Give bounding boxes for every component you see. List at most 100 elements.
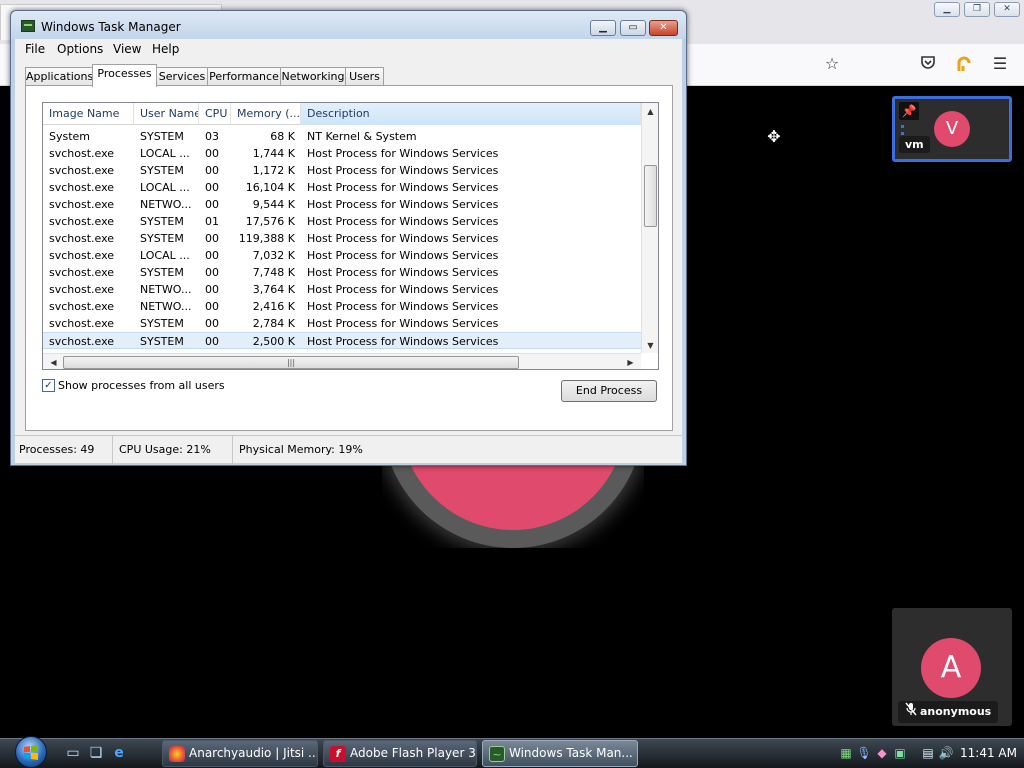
cell-memory: 16,104 K	[245, 181, 295, 194]
cell-image-name: svchost.exe	[49, 335, 115, 348]
menu-help[interactable]: Help	[152, 42, 179, 56]
menu-icon[interactable]: ☰	[990, 54, 1010, 74]
scroll-thumb[interactable]: |||	[63, 356, 519, 369]
browser-close-button[interactable]: ✕	[994, 2, 1020, 17]
window-title: Windows Task Manager	[41, 20, 181, 34]
column-user-name[interactable]: User Name	[134, 103, 199, 125]
taskbar-firefox-jitsi[interactable]: Anarchyaudio | Jitsi ...	[162, 740, 318, 767]
task-manager-icon: ~	[489, 746, 505, 762]
minimize-button[interactable]: ▁	[590, 20, 616, 36]
close-button[interactable]: ✕	[649, 20, 678, 36]
move-cursor-icon: ✥	[767, 127, 781, 146]
participant-tile-anonymous[interactable]: A anonymous	[892, 608, 1012, 726]
cell-memory: 2,416 K	[252, 300, 295, 313]
tab-performance[interactable]: Performance	[207, 67, 281, 86]
process-row[interactable]: svchost.exe NETWO... 00 3,764 K Host Process…	[43, 281, 641, 298]
column-cpu[interactable]: CPU	[199, 103, 231, 125]
checkbox-label: Show processes from all users	[58, 379, 225, 392]
speaker-icon[interactable]: 🔊	[938, 745, 954, 761]
maximize-button[interactable]: ▭	[620, 20, 646, 36]
process-row[interactable]: svchost.exe NETWO... 00 9,544 K Host Process…	[43, 196, 641, 213]
taskbar-task-manager[interactable]: ~ Windows Task Man...	[482, 740, 638, 767]
process-row[interactable]: svchost.exe LOCAL ... 00 16,104 K Host Proce…	[43, 179, 641, 196]
participant-avatar: V	[934, 111, 970, 147]
status-cpu-usage: CPU Usage: 21%	[113, 436, 233, 464]
process-row[interactable]: svchost.exe SYSTEM 00 119,388 K Host Process…	[43, 230, 641, 247]
task-manager-window[interactable]: Windows Task Manager ▁ ▭ ✕ File Options …	[10, 10, 687, 466]
cell-memory: 68 K	[270, 130, 295, 143]
tab-processes[interactable]: Processes	[92, 64, 157, 87]
cell-memory: 3,764 K	[252, 283, 295, 296]
cell-cpu: 00	[205, 266, 219, 279]
cell-description: Host Process for Windows Services	[307, 215, 499, 228]
cell-description: Host Process for Windows Services	[307, 181, 499, 194]
menu-options[interactable]: Options	[57, 42, 103, 56]
cell-image-name: svchost.exe	[49, 249, 115, 262]
vertical-scrollbar[interactable]: ▲ ▼	[641, 103, 658, 353]
network-globe-icon[interactable]: ▣	[892, 745, 908, 761]
pin-icon[interactable]: 📌	[899, 102, 919, 120]
scroll-up-arrow[interactable]: ▲	[642, 105, 658, 119]
cell-cpu: 00	[205, 249, 219, 262]
scroll-thumb[interactable]	[644, 165, 657, 227]
process-row[interactable]: svchost.exe SYSTEM 00 2,784 K Host Process f…	[43, 315, 641, 332]
task-manager-titlebar[interactable]: Windows Task Manager ▁ ▭ ✕	[11, 11, 686, 39]
display-icon[interactable]: ▤	[920, 745, 936, 761]
process-row[interactable]: svchost.exe NETWO... 00 2,416 K Host Process…	[43, 298, 641, 315]
process-row[interactable]: svchost.exe SYSTEM 00 2,500 K Host Process f…	[43, 332, 641, 349]
cell-image-name: svchost.exe	[49, 181, 115, 194]
scroll-down-arrow[interactable]: ▼	[642, 339, 658, 353]
column-memory[interactable]: Memory (...	[231, 103, 301, 125]
participant-avatar: A	[921, 638, 981, 698]
cell-cpu: 00	[205, 283, 219, 296]
network-status-icon[interactable]: ▦	[838, 745, 854, 761]
tab-applications[interactable]: Applications	[25, 67, 93, 86]
cell-user-name: LOCAL ...	[140, 147, 190, 160]
process-row[interactable]: System SYSTEM 03 68 K NT Kernel & System	[43, 128, 641, 145]
clock[interactable]: 11:41 AM	[960, 740, 1017, 767]
show-desktop-icon[interactable]: ▭	[64, 744, 82, 762]
tab-services[interactable]: Services	[156, 67, 208, 86]
process-row[interactable]: svchost.exe LOCAL ... 00 7,032 K Host Proces…	[43, 247, 641, 264]
flash-icon: f	[330, 746, 346, 762]
process-row[interactable]: svchost.exe LOCAL ... 00 1,744 K Host Proces…	[43, 145, 641, 162]
column-image-name[interactable]: Image Name	[43, 103, 134, 125]
extension-icon[interactable]	[954, 54, 974, 74]
menu-file[interactable]: File	[25, 42, 45, 56]
horizontal-scrollbar[interactable]: ◀ ||| ▶	[43, 353, 641, 369]
participant-tile-vm[interactable]: 📌 V vm	[892, 96, 1012, 162]
menu-view[interactable]: View	[113, 42, 141, 56]
microphone-icon[interactable]: 🎙	[856, 745, 872, 761]
browser-minimize-button[interactable]: ▁	[934, 2, 960, 17]
end-process-button[interactable]: End Process	[561, 380, 657, 402]
status-physical-memory: Physical Memory: 19%	[239, 443, 363, 456]
cell-image-name: svchost.exe	[49, 147, 115, 160]
process-row[interactable]: svchost.exe SYSTEM 00 7,748 K Host Process f…	[43, 264, 641, 281]
cell-user-name: SYSTEM	[140, 266, 184, 279]
scroll-left-arrow[interactable]: ◀	[45, 354, 62, 369]
star-icon[interactable]: ☆	[822, 54, 842, 74]
process-list[interactable]: Image Name User Name CPU Memory (... Des…	[42, 102, 659, 370]
process-list-header: Image Name User Name CPU Memory (... Des…	[43, 103, 641, 125]
process-row[interactable]: svchost.exe SYSTEM 01 17,576 K Host Process …	[43, 213, 641, 230]
taskbar-flash-player[interactable]: f Adobe Flash Player 32	[323, 740, 477, 767]
cell-cpu: 00	[205, 232, 219, 245]
cell-description: Host Process for Windows Services	[307, 232, 499, 245]
switch-windows-icon[interactable]: ❏	[87, 744, 105, 762]
internet-explorer-icon[interactable]: e	[110, 744, 128, 762]
color-icon[interactable]: ◆	[874, 745, 890, 761]
checkbox[interactable]: ✓	[42, 379, 55, 392]
pocket-icon[interactable]	[918, 54, 938, 74]
tab-users[interactable]: Users	[345, 67, 384, 86]
browser-maximize-button[interactable]: ❐	[964, 2, 990, 17]
status-bar: Processes: 49 CPU Usage: 21% Physical Me…	[15, 435, 682, 464]
start-button[interactable]	[10, 736, 52, 768]
cell-description: Host Process for Windows Services	[307, 198, 499, 211]
cell-description: Host Process for Windows Services	[307, 164, 499, 177]
tab-networking[interactable]: Networking	[280, 67, 346, 86]
mic-muted-icon	[903, 701, 919, 723]
scroll-right-arrow[interactable]: ▶	[622, 354, 639, 369]
process-row[interactable]: svchost.exe SYSTEM 00 1,172 K Host Process f…	[43, 162, 641, 179]
task-label: Anarchyaudio | Jitsi ...	[189, 746, 318, 760]
column-description[interactable]: Description	[301, 103, 641, 125]
